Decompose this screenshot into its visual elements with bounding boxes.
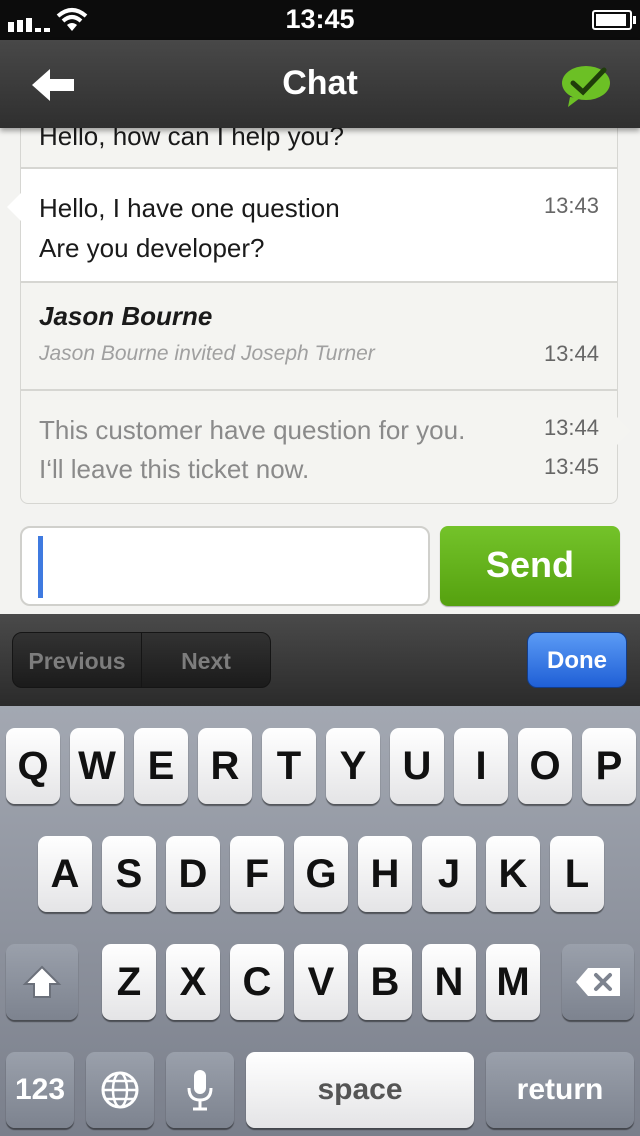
- key-i[interactable]: I: [454, 728, 508, 804]
- key-m[interactable]: M: [486, 944, 540, 1020]
- key-n[interactable]: N: [422, 944, 476, 1020]
- chat-thread: Hello, how can I help you? Hello, I have…: [7, 98, 631, 504]
- key-s[interactable]: S: [102, 836, 156, 912]
- key-t[interactable]: T: [262, 728, 316, 804]
- key-e[interactable]: E: [134, 728, 188, 804]
- previous-button[interactable]: Previous: [12, 632, 142, 688]
- status-bar: 13:45: [0, 0, 640, 40]
- bubble-tail: [7, 193, 21, 221]
- backspace-icon: [576, 968, 620, 996]
- globe-key[interactable]: [86, 1052, 154, 1128]
- chat-message: Jason Bourne Jason Bourne invited Joseph…: [20, 282, 618, 390]
- shift-icon: [22, 965, 62, 998]
- numbers-key[interactable]: 123: [6, 1052, 74, 1128]
- message-time: 13:44: [543, 415, 599, 440]
- send-button[interactable]: Send: [440, 526, 620, 606]
- key-z[interactable]: Z: [102, 944, 156, 1020]
- message-text: Jason Bourne invited Joseph Turner: [39, 342, 375, 365]
- message-text: Hello, I have one question: [39, 193, 340, 223]
- next-button[interactable]: Next: [141, 632, 271, 688]
- key-b[interactable]: B: [358, 944, 412, 1020]
- text-caret: [38, 536, 43, 598]
- space-key[interactable]: space: [246, 1052, 474, 1128]
- status-time: 13:45: [285, 4, 355, 34]
- key-a[interactable]: A: [38, 836, 92, 912]
- key-x[interactable]: X: [166, 944, 220, 1020]
- microphone-key[interactable]: [166, 1052, 234, 1128]
- key-u[interactable]: U: [390, 728, 444, 804]
- microphone-icon: [187, 1070, 213, 1111]
- key-o[interactable]: O: [518, 728, 572, 804]
- key-c[interactable]: C: [230, 944, 284, 1020]
- key-r[interactable]: R: [198, 728, 252, 804]
- key-p[interactable]: P: [582, 728, 636, 804]
- key-d[interactable]: D: [166, 836, 220, 912]
- return-key[interactable]: return: [486, 1052, 634, 1128]
- key-j[interactable]: J: [422, 836, 476, 912]
- done-button[interactable]: Done: [527, 632, 627, 688]
- key-v[interactable]: V: [294, 944, 348, 1020]
- battery-icon: [592, 10, 636, 30]
- bubble-tail: [617, 417, 631, 445]
- shift-key[interactable]: [6, 944, 78, 1020]
- key-g[interactable]: G: [294, 836, 348, 912]
- key-k[interactable]: K: [486, 836, 540, 912]
- key-w[interactable]: W: [70, 728, 124, 804]
- globe-icon: [101, 1071, 139, 1109]
- backspace-key[interactable]: [562, 944, 634, 1020]
- key-h[interactable]: H: [358, 836, 412, 912]
- message-input[interactable]: [20, 526, 430, 606]
- keyboard: Q W E R T Y U I O P A S D F G H J K L Z …: [0, 706, 640, 1136]
- key-q[interactable]: Q: [6, 728, 60, 804]
- message-text: Are you developer?: [39, 233, 265, 263]
- key-l[interactable]: L: [550, 836, 604, 912]
- message-time: 13:44: [543, 341, 599, 366]
- page-title: Chat: [282, 64, 358, 102]
- chat-message: This customer have question for you. I‘l…: [20, 390, 631, 504]
- navigation-bar: Chat: [0, 40, 640, 128]
- chat-check-icon[interactable]: [560, 64, 612, 108]
- message-time: 13:43: [543, 193, 599, 218]
- message-time: 13:45: [543, 454, 599, 479]
- key-y[interactable]: Y: [326, 728, 380, 804]
- chat-message: Hello, I have one question Are you devel…: [7, 168, 618, 282]
- message-author: Jason Bourne: [39, 301, 213, 331]
- keyboard-accessory-bar: Previous Next Done: [0, 614, 640, 706]
- key-f[interactable]: F: [230, 836, 284, 912]
- message-text: I‘ll leave this ticket now.: [39, 454, 310, 484]
- message-text: This customer have question for you.: [39, 415, 466, 445]
